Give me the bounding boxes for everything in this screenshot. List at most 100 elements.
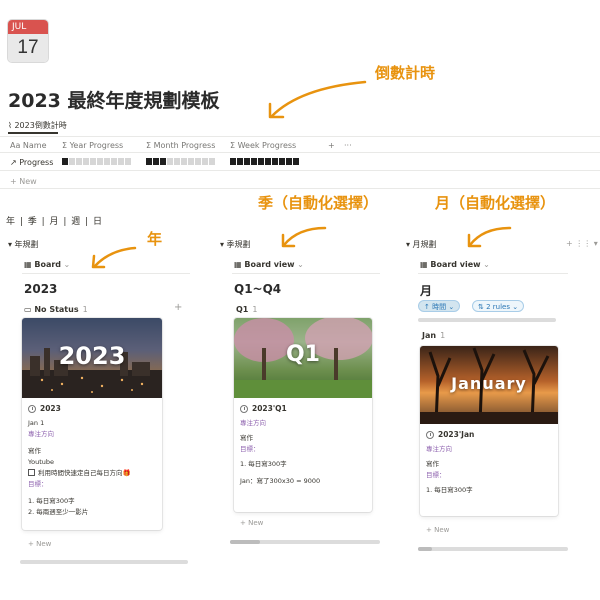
year-card-writing: 寫作: [28, 447, 41, 455]
divider: [232, 273, 380, 274]
progress-segment: [202, 158, 208, 165]
progress-row-name[interactable]: ↗ Progress: [10, 158, 53, 167]
year-cover-text: 2023: [58, 342, 126, 370]
month-new-button[interactable]: + New: [426, 526, 449, 534]
tab-countdown-label: 2023倒數計時: [14, 121, 67, 130]
progress-segment: [265, 158, 271, 165]
month-progress-bar: [146, 158, 215, 165]
progress-segment: [167, 158, 173, 165]
progress-segment: [104, 158, 110, 165]
year-card-item: 2. 每兩週至少一影片: [28, 508, 89, 516]
year-group-count: 1: [82, 305, 88, 314]
divider: [0, 170, 600, 171]
month-card-name: 2023'Jan: [438, 430, 475, 439]
month-cover-text: January: [451, 374, 527, 393]
quarter-card-focus: 專注方向: [240, 419, 266, 427]
year-group-label: No Status: [34, 305, 79, 314]
column-header-name[interactable]: Aa Name: [10, 141, 47, 150]
progress-segment: [237, 158, 243, 165]
month-card-cover: January: [420, 346, 558, 424]
progress-segment: [125, 158, 131, 165]
month-top-scrollbar[interactable]: [418, 318, 556, 322]
progress-segment: [195, 158, 201, 165]
year-card-goal: 目標：: [28, 480, 48, 488]
progress-segment: [258, 158, 264, 165]
month-board-view-tab[interactable]: ▦ Board view ⌄: [420, 260, 490, 269]
divider: [0, 152, 600, 153]
year-progress-bar: [62, 158, 131, 165]
year-card-checkbox-row[interactable]: 利用時間快速定自己每日方向🎁: [28, 468, 156, 479]
progress-segment: [209, 158, 215, 165]
month-toolbar[interactable]: + ⋮⋮ ▾: [566, 239, 598, 248]
month-db-title: 月: [420, 284, 433, 298]
progress-segment: [251, 158, 257, 165]
tab-countdown[interactable]: ⌇ 2023倒數計時: [8, 120, 67, 131]
month-card-item: 1. 每日寫300字: [426, 486, 473, 494]
column-header-year-progress[interactable]: Σ Year Progress: [62, 141, 123, 150]
quarter-view-label: Board view: [244, 260, 295, 269]
progress-segment: [69, 158, 75, 165]
quarter-group-header: Q1 1: [236, 305, 257, 314]
tab-underline: [8, 132, 58, 134]
year-card[interactable]: 2023 2023 Jan 1 專注方向 寫作 Youtube 利用時間快速定自…: [22, 318, 162, 530]
progress-segment: [160, 158, 166, 165]
divider: [0, 136, 600, 137]
quarter-new-button[interactable]: + New: [240, 519, 263, 527]
divider: [418, 273, 568, 274]
year-scrollbar[interactable]: [20, 560, 188, 564]
month-group-count: 1: [440, 331, 446, 340]
column-header-week-progress[interactable]: Σ Week Progress: [230, 141, 296, 150]
progress-segment: [174, 158, 180, 165]
quarter-cover-text: Q1: [285, 342, 320, 367]
clock-icon: [28, 404, 36, 413]
rules-filter[interactable]: ⇅ 2 rules ⌄: [472, 300, 525, 312]
progress-segment: [97, 158, 103, 165]
plus-icon[interactable]: +: [174, 302, 182, 313]
toggle-month-plan[interactable]: ▾ 月規劃: [406, 239, 437, 250]
add-column-button[interactable]: +: [328, 141, 335, 150]
divider: [0, 188, 600, 189]
progress-segment: [230, 158, 236, 165]
quarter-board-view-tab[interactable]: ▦ Board view ⌄: [234, 260, 304, 269]
quarter-card-cover: Q1: [234, 318, 372, 398]
year-new-button[interactable]: + New: [28, 540, 51, 548]
month-card-goal: 目標：: [426, 471, 446, 479]
board-icon: ▦: [234, 260, 245, 269]
book-icon: ▭: [24, 305, 35, 314]
week-progress-bar: [230, 158, 299, 165]
progress-segment: [279, 158, 285, 165]
quarter-card[interactable]: Q1 2023'Q1 專注方向 寫作 目標： 1. 每日寫300字 Jan：寫了…: [234, 318, 372, 512]
divider: [22, 273, 190, 274]
sort-time-filter[interactable]: ↑ 時間 ⌄: [418, 300, 461, 312]
board-icon: ▦: [24, 260, 35, 269]
toggle-year-plan[interactable]: ▾ 年規劃: [8, 239, 39, 250]
year-db-title: 2023: [24, 282, 58, 296]
toggle-quarter-plan[interactable]: ▾ 季規劃: [220, 239, 251, 250]
more-button[interactable]: ···: [344, 141, 352, 150]
progress-segment: [118, 158, 124, 165]
scroll-thumb[interactable]: [230, 540, 260, 544]
year-board-view-tab[interactable]: ▦ Board ⌄: [24, 260, 70, 269]
trend-icon: ↗: [10, 158, 20, 167]
month-group-label: Jan: [422, 331, 437, 340]
view-links[interactable]: 年 | 季 | 月 | 週 | 日: [6, 214, 103, 227]
year-card-focus: 專注方向: [28, 430, 54, 438]
quarter-group-count: 1: [252, 305, 258, 314]
new-row-button[interactable]: + New: [10, 177, 37, 186]
month-card-writing: 寫作: [426, 460, 439, 468]
month-group-header: Jan 1: [422, 331, 445, 340]
checkbox[interactable]: [28, 469, 35, 476]
scroll-thumb[interactable]: [418, 547, 432, 551]
clock-icon: [240, 404, 248, 413]
progress-segment: [293, 158, 299, 165]
progress-segment: [181, 158, 187, 165]
month-scrollbar[interactable]: [418, 547, 568, 551]
quarter-card-writing: 寫作: [240, 434, 253, 442]
quarter-scrollbar[interactable]: [230, 540, 380, 544]
year-view-label: Board: [34, 260, 62, 269]
year-card-cover: 2023: [22, 318, 162, 398]
month-view-label: Board view: [430, 260, 481, 269]
column-header-month-progress[interactable]: Σ Month Progress: [146, 141, 215, 150]
month-card[interactable]: January 2023'Jan 專注方向 寫作 目標： 1. 每日寫300字: [420, 346, 558, 516]
quarter-group-label: Q1: [236, 305, 249, 314]
